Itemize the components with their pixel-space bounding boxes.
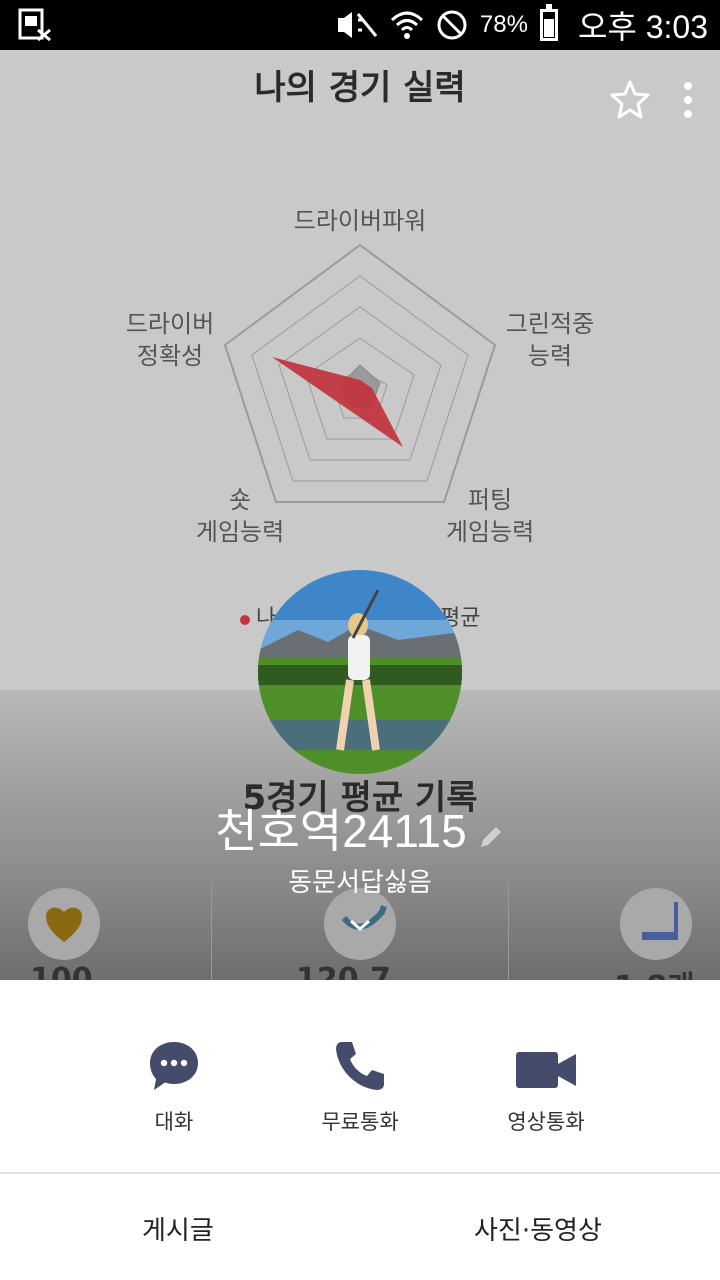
profile-actions: 대화 무료통화 영상통화 <box>0 980 720 1172</box>
radar-label-green-hit: 그린적중 능력 <box>505 310 595 370</box>
radar-label-driver-power: 드라이버파워 <box>293 207 427 235</box>
profile-top-actions <box>608 78 696 122</box>
chat-button[interactable]: 대화 <box>94 1036 254 1136</box>
profile-avatar[interactable] <box>258 570 462 774</box>
stat-value-1: 100 <box>30 962 93 980</box>
free-call-button[interactable]: 무료통화 <box>280 1036 440 1136</box>
do-not-disturb-icon <box>437 10 467 40</box>
profile-name: 천호역24115 <box>0 795 720 862</box>
profile-name-text: 천호역24115 <box>215 805 467 857</box>
chat-label: 대화 <box>154 1110 194 1134</box>
chevron-down-icon[interactable] <box>348 916 372 934</box>
video-call-button[interactable]: 영상통화 <box>466 1036 626 1136</box>
phone-icon <box>280 1036 440 1094</box>
battery-icon <box>539 4 558 41</box>
profile-status-message: 동문서답싫음 <box>288 868 432 898</box>
profile-tabs: 게시글 사진·동영상 <box>0 1174 720 1280</box>
radar-label-short-game: 숏 게임능력 <box>195 486 285 546</box>
tab-photos-videos[interactable]: 사진·동영상 <box>474 1210 602 1247</box>
mute-icon <box>337 12 378 38</box>
video-call-label: 영상통화 <box>507 1110 585 1134</box>
sim-card-icon <box>18 8 51 42</box>
stat-value-2: 120.7 <box>296 962 391 980</box>
radar-my-area <box>272 357 403 447</box>
favorite-star-icon[interactable] <box>608 78 652 122</box>
clock: 오후 3:03 <box>577 9 708 45</box>
tab-posts[interactable]: 게시글 <box>142 1210 214 1247</box>
video-camera-icon <box>466 1036 626 1094</box>
battery-percent: 78% <box>479 11 528 38</box>
more-options-icon[interactable] <box>680 78 696 122</box>
free-call-label: 무료통화 <box>321 1110 399 1134</box>
radar-label-driver-accuracy: 드라이버 정확성 <box>125 310 215 370</box>
chat-icon <box>94 1036 254 1094</box>
wifi-icon <box>390 11 423 39</box>
radar-label-putting: 퍼팅 게임능력 <box>445 486 535 546</box>
legend-dot <box>240 615 250 625</box>
edit-pencil-icon[interactable] <box>477 808 505 862</box>
stat-value-3: 1.8개 <box>614 962 695 980</box>
status-bar: 78% 오후 3:03 <box>0 0 720 50</box>
